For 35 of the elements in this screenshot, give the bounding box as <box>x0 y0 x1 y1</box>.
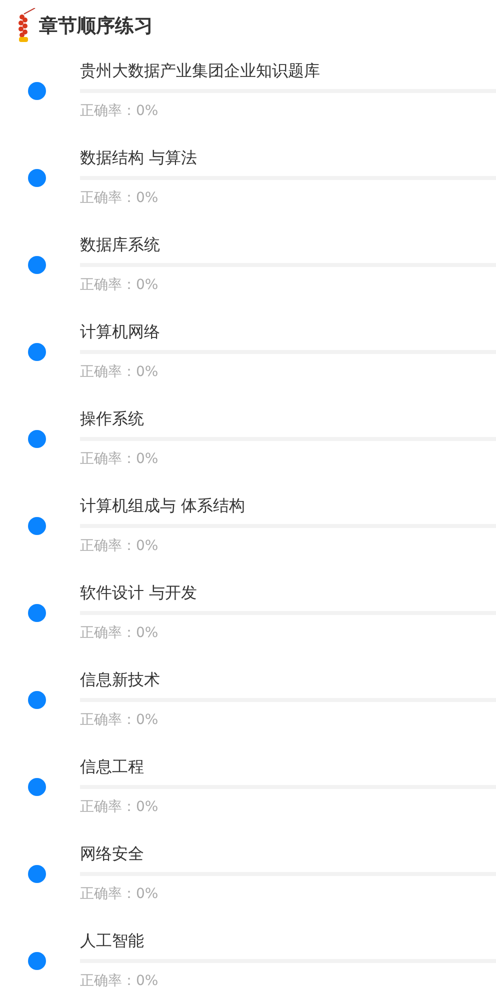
chapter-title[interactable]: 计算机组成与 体系结构 <box>80 494 496 518</box>
accuracy-label: 正确率：0% <box>80 624 160 643</box>
accuracy-label: 正确率：0% <box>80 276 160 295</box>
chapter-dot <box>28 952 46 970</box>
chapter-title[interactable]: 操作系统 <box>80 407 496 431</box>
chapter-dot <box>28 256 46 274</box>
chapter-dot <box>28 604 46 622</box>
accuracy-label: 正确率：0% <box>80 798 160 817</box>
page-title: 章节顺序练习 <box>39 14 153 38</box>
chapter-dot <box>28 82 46 100</box>
accuracy-label: 正确率：0% <box>80 450 160 469</box>
chapter-dot <box>28 430 46 448</box>
chapter-title[interactable]: 软件设计 与开发 <box>80 581 496 605</box>
chapter-dot <box>28 691 46 709</box>
chapter-title[interactable]: 信息新技术 <box>80 668 496 692</box>
chapter-title[interactable]: 信息工程 <box>80 755 496 779</box>
chapter-title[interactable]: 数据结构 与算法 <box>80 146 496 170</box>
chapter-dot <box>28 343 46 361</box>
accuracy-label: 正确率：0% <box>80 363 160 382</box>
chapter-title[interactable]: 计算机网络 <box>80 320 496 344</box>
chapter-dot <box>28 778 46 796</box>
chapter-dot <box>28 865 46 883</box>
chapter-title[interactable]: 数据库系统 <box>80 233 496 257</box>
chapter-dot <box>28 517 46 535</box>
accuracy-label: 正确率：0% <box>80 102 160 121</box>
chapter-title[interactable]: 人工智能 <box>80 929 496 953</box>
accuracy-label: 正确率：0% <box>80 537 160 556</box>
firecracker-icon <box>16 8 36 44</box>
chapter-title[interactable]: 网络安全 <box>80 842 496 866</box>
chapter-title[interactable]: 贵州大数据产业集团企业知识题库 <box>80 59 496 83</box>
accuracy-label: 正确率：0% <box>80 189 160 208</box>
accuracy-label: 正确率：0% <box>80 972 160 989</box>
chapter-dot <box>28 169 46 187</box>
accuracy-label: 正确率：0% <box>80 885 160 904</box>
accuracy-label: 正确率：0% <box>80 711 160 730</box>
